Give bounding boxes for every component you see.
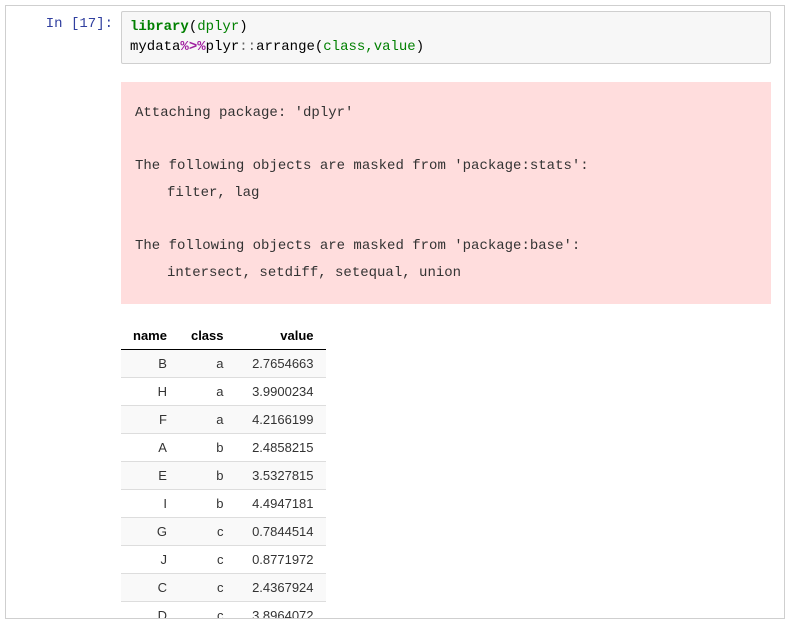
table-cell-name: E: [121, 462, 179, 490]
table-cell-value: 2.4858215: [236, 434, 326, 462]
code-input[interactable]: library(dplyr) mydata%>%plyr::arrange(cl…: [121, 11, 771, 64]
code-token-paren: ): [239, 19, 247, 35]
table-row: Fa4.2166199: [121, 406, 326, 434]
table-row: Ab2.4858215: [121, 434, 326, 462]
code-token-dcolon: ::: [239, 39, 256, 55]
notebook-container: In [17]: library(dplyr) mydata%>%plyr::a…: [5, 5, 785, 619]
input-prompt: In [17]:: [6, 11, 121, 619]
table-cell-name: I: [121, 490, 179, 518]
data-table: name class value Ba2.7654663Ha3.9900234F…: [121, 322, 326, 619]
table-cell-class: c: [179, 574, 236, 602]
table-cell-class: a: [179, 350, 236, 378]
table-header: value: [236, 322, 326, 350]
table-row: Dc3.8964072: [121, 602, 326, 619]
table-cell-name: C: [121, 574, 179, 602]
table-cell-class: a: [179, 378, 236, 406]
table-cell-value: 0.7844514: [236, 518, 326, 546]
table-cell-value: 4.2166199: [236, 406, 326, 434]
warning-line: The following objects are masked from 'p…: [135, 238, 580, 254]
warning-output: Attaching package: 'dplyr' The following…: [121, 82, 771, 304]
table-cell-class: c: [179, 602, 236, 619]
table-cell-class: a: [179, 406, 236, 434]
table-row: Ib4.4947181: [121, 490, 326, 518]
table-cell-value: 3.5327815: [236, 462, 326, 490]
code-token-args: class,value: [323, 39, 415, 55]
table-row: Ha3.9900234: [121, 378, 326, 406]
table-cell-value: 2.7654663: [236, 350, 326, 378]
table-cell-name: J: [121, 546, 179, 574]
code-token-namespace: plyr: [206, 39, 240, 55]
table-row: Gc0.7844514: [121, 518, 326, 546]
table-row: Jc0.8771972: [121, 546, 326, 574]
code-token-paren: ): [416, 39, 424, 55]
warning-line-indent: filter, lag: [135, 180, 757, 207]
table-cell-name: B: [121, 350, 179, 378]
notebook-cell: In [17]: library(dplyr) mydata%>%plyr::a…: [6, 6, 784, 619]
table-body: Ba2.7654663Ha3.9900234Fa4.2166199Ab2.485…: [121, 350, 326, 619]
table-header: class: [179, 322, 236, 350]
table-cell-value: 0.8771972: [236, 546, 326, 574]
table-cell-class: b: [179, 462, 236, 490]
table-cell-class: b: [179, 490, 236, 518]
table-cell-value: 3.9900234: [236, 378, 326, 406]
table-cell-name: F: [121, 406, 179, 434]
cell-content: library(dplyr) mydata%>%plyr::arrange(cl…: [121, 11, 779, 619]
table-output: name class value Ba2.7654663Ha3.9900234F…: [121, 322, 771, 619]
warning-line: Attaching package: 'dplyr': [135, 105, 353, 121]
table-cell-class: c: [179, 518, 236, 546]
table-row: Cc2.4367924: [121, 574, 326, 602]
table-cell-value: 3.8964072: [236, 602, 326, 619]
warning-line-indent: intersect, setdiff, setequal, union: [135, 260, 757, 287]
code-token-fn: library: [130, 19, 189, 35]
warning-line: The following objects are masked from 'p…: [135, 158, 589, 174]
table-cell-class: b: [179, 434, 236, 462]
table-cell-name: D: [121, 602, 179, 619]
table-cell-value: 2.4367924: [236, 574, 326, 602]
table-cell-name: A: [121, 434, 179, 462]
table-header-row: name class value: [121, 322, 326, 350]
table-row: Eb3.5327815: [121, 462, 326, 490]
code-token-pipe: %>%: [180, 39, 205, 55]
code-token-arg: dplyr: [197, 19, 239, 35]
code-token-fn: arrange: [256, 39, 315, 55]
table-cell-value: 4.4947181: [236, 490, 326, 518]
table-cell-class: c: [179, 546, 236, 574]
table-row: Ba2.7654663: [121, 350, 326, 378]
table-cell-name: G: [121, 518, 179, 546]
code-token-paren: (: [189, 19, 197, 35]
table-header: name: [121, 322, 179, 350]
table-cell-name: H: [121, 378, 179, 406]
code-token-object: mydata: [130, 39, 180, 55]
